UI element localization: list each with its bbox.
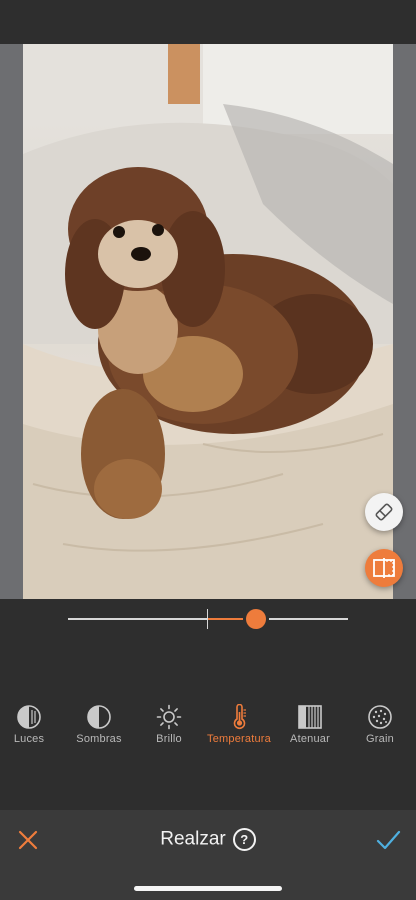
eraser-button[interactable] xyxy=(365,493,403,531)
tool-sombras[interactable]: Sombras xyxy=(59,700,139,745)
dog-photo xyxy=(23,44,393,599)
sun-icon xyxy=(156,704,182,730)
screen-title: Realzar xyxy=(160,828,226,850)
fade-square-icon xyxy=(298,705,322,729)
compare-split-icon xyxy=(373,558,395,578)
canvas-area xyxy=(0,44,416,599)
half-filled-circle-icon xyxy=(87,705,111,729)
help-icon[interactable]: ? xyxy=(232,828,256,851)
title-group: Realzar? xyxy=(0,828,416,851)
tool-temperatura[interactable]: Temperatura xyxy=(199,700,279,745)
half-circle-lines-icon xyxy=(17,705,41,729)
home-indicator xyxy=(134,886,282,891)
checkmark-icon xyxy=(376,830,401,850)
adjustment-tools: Luces Sombras Brillo Temperatura Atenuar… xyxy=(0,700,416,750)
tool-label: Temperatura xyxy=(207,733,271,745)
bottom-bar: Realzar? xyxy=(0,810,416,900)
tool-atenuar[interactable]: Atenuar xyxy=(270,700,350,745)
confirm-button[interactable] xyxy=(374,826,402,854)
tool-label: Atenuar xyxy=(290,733,330,745)
tool-label: Grain xyxy=(366,733,394,745)
tool-label: Brillo xyxy=(156,733,182,745)
grain-dots-icon xyxy=(368,705,392,729)
compare-button[interactable] xyxy=(365,549,403,587)
tool-grain[interactable]: Grain xyxy=(340,700,416,745)
temperature-slider[interactable] xyxy=(68,609,348,629)
status-bar xyxy=(0,0,416,44)
slider-center-mark xyxy=(207,609,208,629)
tool-brillo[interactable]: Brillo xyxy=(129,700,209,745)
tool-label: Sombras xyxy=(76,733,122,745)
thermometer-icon xyxy=(233,704,246,730)
slider-knob[interactable] xyxy=(245,609,266,629)
eraser-icon xyxy=(375,503,393,521)
